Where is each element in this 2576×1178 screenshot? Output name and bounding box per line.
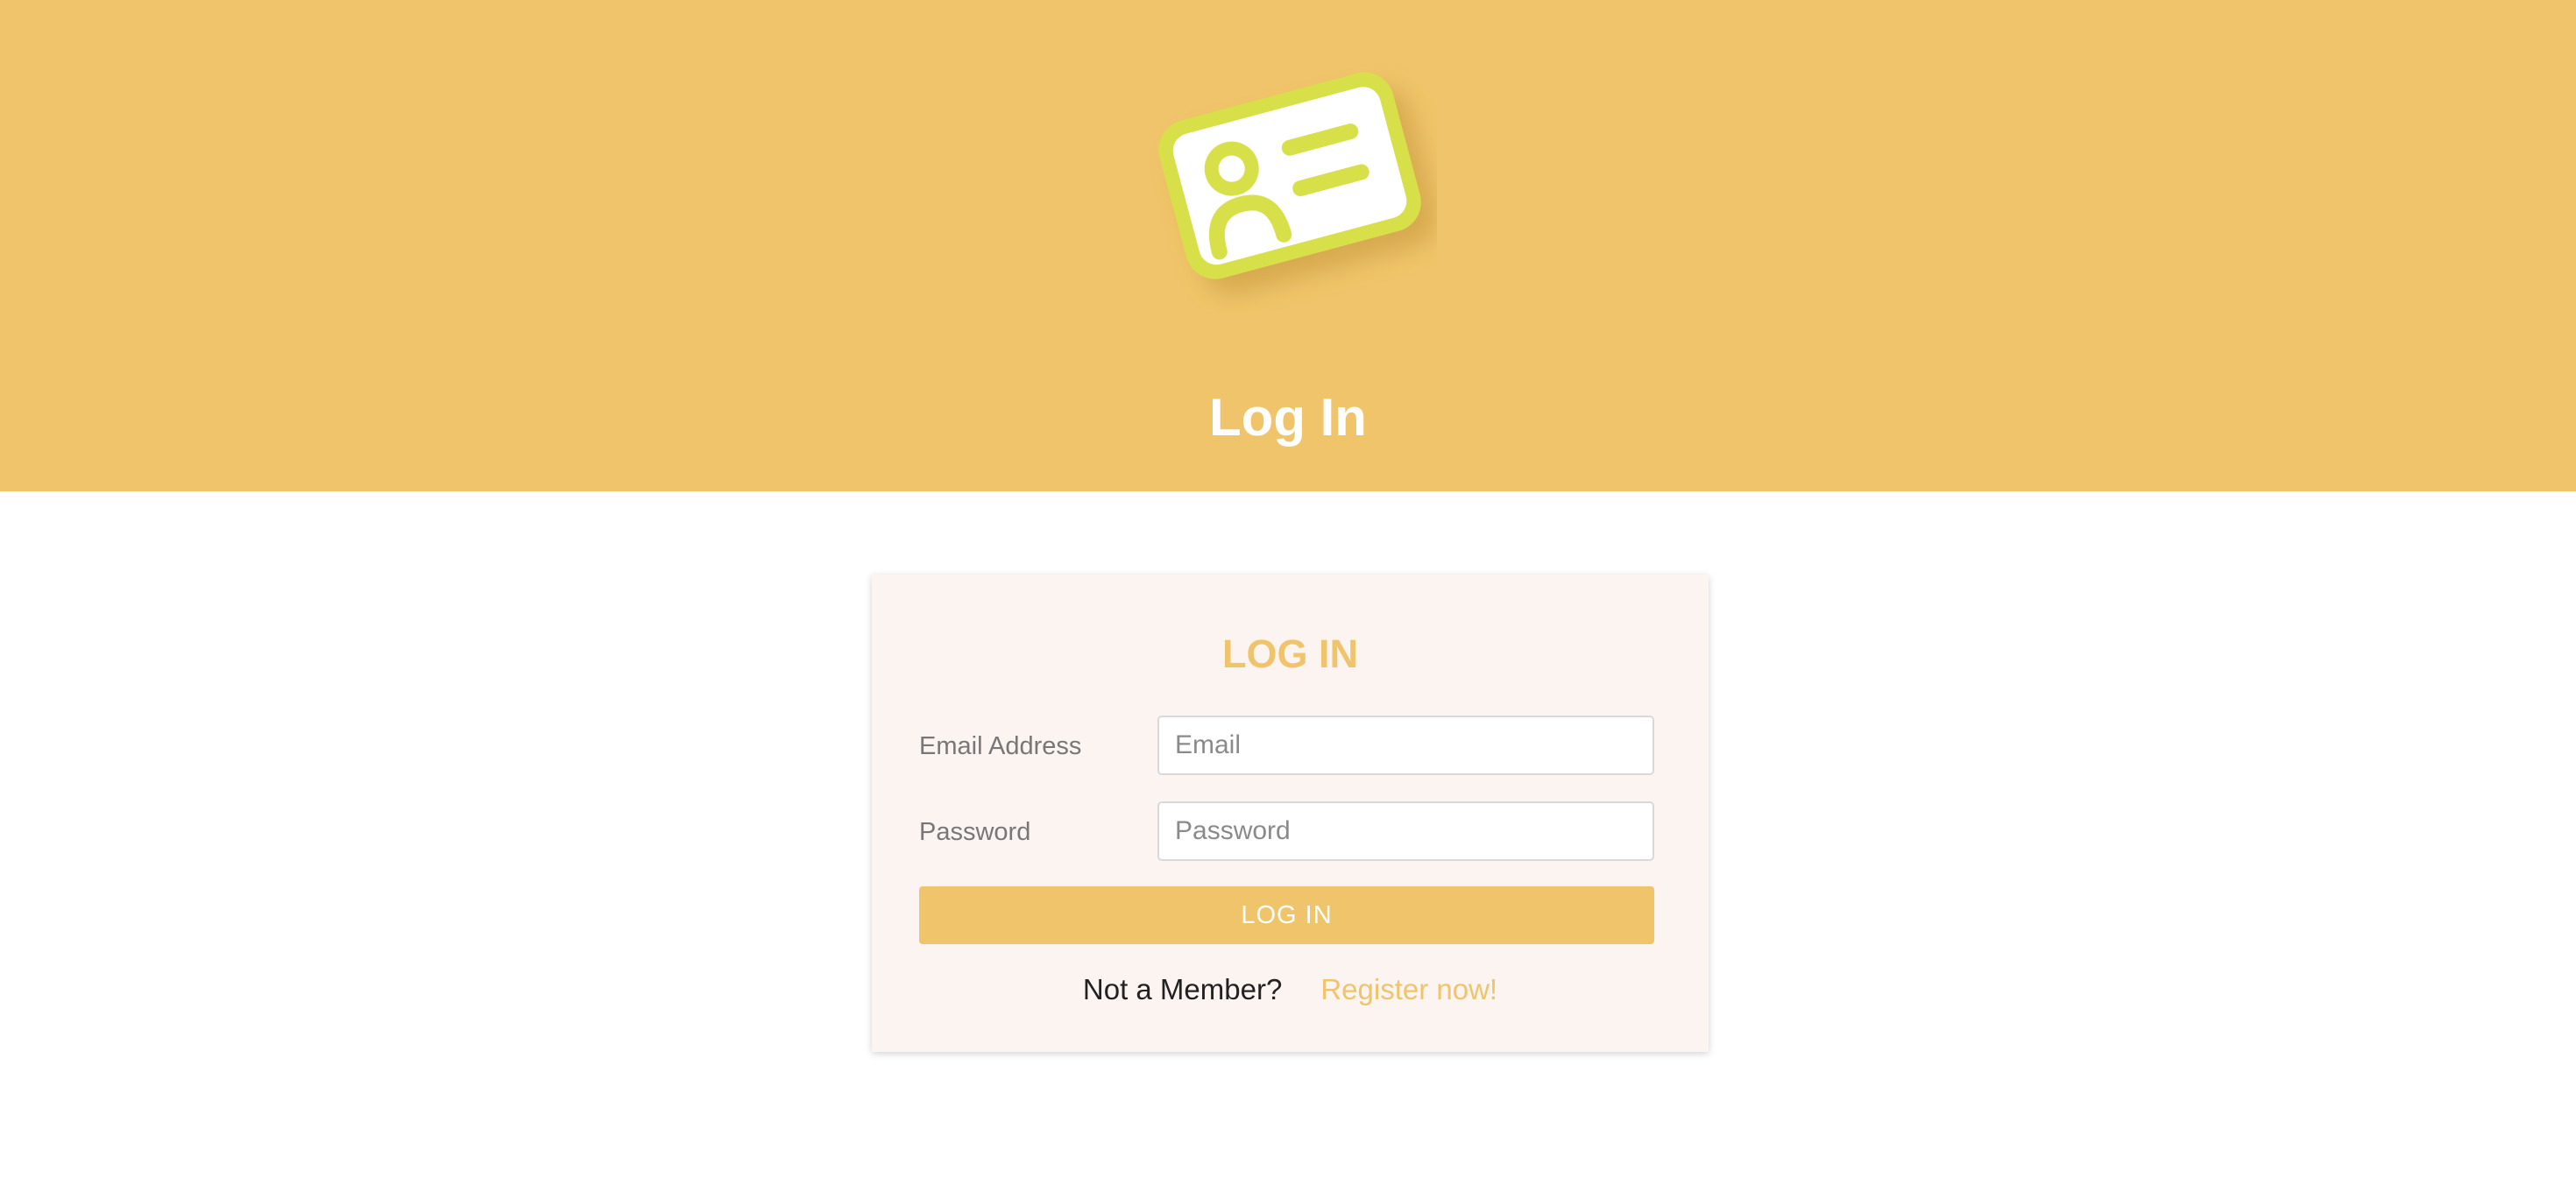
hero-banner: Log In — [0, 0, 2576, 491]
email-field[interactable] — [1157, 716, 1654, 775]
register-row: Not a Member? Register now! — [872, 967, 1709, 1012]
register-link[interactable]: Register now! — [1320, 973, 1497, 1005]
email-label: Email Address — [919, 732, 1082, 760]
login-card-title: LOG IN — [1222, 631, 1358, 676]
login-card: LOG IN Email Address Password LOG IN Not… — [872, 575, 1709, 1052]
register-prompt: Not a Member? — [1082, 973, 1283, 1005]
login-button[interactable]: LOG IN — [919, 886, 1654, 944]
id-card-icon — [1158, 72, 1421, 279]
page-title: Log In — [1209, 388, 1367, 447]
password-field[interactable] — [1157, 801, 1654, 861]
password-label: Password — [919, 818, 1031, 846]
